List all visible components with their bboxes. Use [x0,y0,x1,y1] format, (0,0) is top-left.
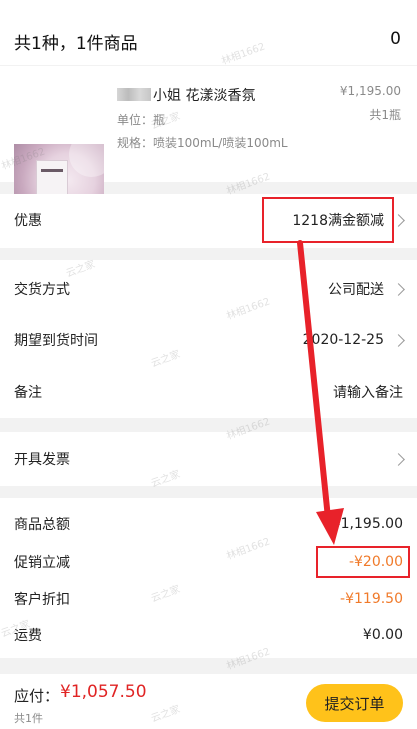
product-name-row: 小姐 花漾淡香氛 [117,85,255,105]
chevron-right-icon [392,333,405,347]
expected-date-label: 期望到货时间 [14,333,98,349]
annotation-box-discount [262,197,394,243]
order-header-count: 0 [390,29,401,49]
redacted-brand [117,88,151,101]
product-name: 小姐 花漾淡香氛 [153,88,256,104]
invoice-row[interactable]: 开具发票 [14,449,405,469]
product-spec: 规格：喷装100mL/喷装100mL [117,136,288,150]
expected-date-value: 2020-12-25 [302,332,384,348]
goods-total-label: 商品总额 [14,517,70,533]
product-unit: 单位：瓶 [117,113,166,127]
discount-label: 优惠 [14,213,42,229]
payable-item-count: 共1件 [14,712,43,725]
submit-order-button[interactable]: 提交订单 [306,684,403,722]
chevron-right-icon [392,452,405,466]
remark-input[interactable]: 请输入备注 [333,382,403,402]
shipping-value: ¥0.00 [362,627,403,643]
chevron-right-icon [392,213,405,227]
expected-date-row[interactable]: 期望到货时间 2020-12-25 [14,330,405,350]
annotation-box-promo [316,546,410,578]
chevron-right-icon [392,282,405,296]
summary-row-shipping: 运费 ¥0.00 [14,625,403,645]
delivery-method-label: 交货方式 [14,282,70,298]
delivery-method-value: 公司配送 [328,282,384,298]
remark-row[interactable]: 备注 请输入备注 [14,382,403,402]
product-price: ¥1,195.00 [339,84,401,98]
order-confirm-screen: 共1种，1件商品 0 小姐 花漾淡香氛 单位：瓶 规格：喷装100mL/喷装10… [0,0,417,729]
shipping-label: 运费 [14,628,42,644]
delivery-method-row[interactable]: 交货方式 公司配送 [14,279,405,299]
summary-row-total: 商品总额 ¥1,195.00 [14,514,403,534]
customer-discount-value: -¥119.50 [340,591,403,607]
order-header: 共1种，1件商品 0 [0,0,417,65]
goods-total-value: ¥1,195.00 [331,516,403,532]
remark-label: 备注 [14,385,42,401]
customer-discount-label: 客户折扣 [14,592,70,608]
invoice-label: 开具发票 [14,452,70,468]
payable-amount: ¥1,057.50 [60,682,147,702]
product-quantity: 共1瓶 [369,108,401,122]
promo-discount-label: 促销立减 [14,555,70,571]
order-summary-title: 共1种，1件商品 [14,34,138,54]
summary-row-customer: 客户折扣 -¥119.50 [14,589,403,609]
payable-label: 应付： [14,687,60,705]
checkout-bar: 应付： ¥1,057.50 共1件 提交订单 [0,674,417,729]
